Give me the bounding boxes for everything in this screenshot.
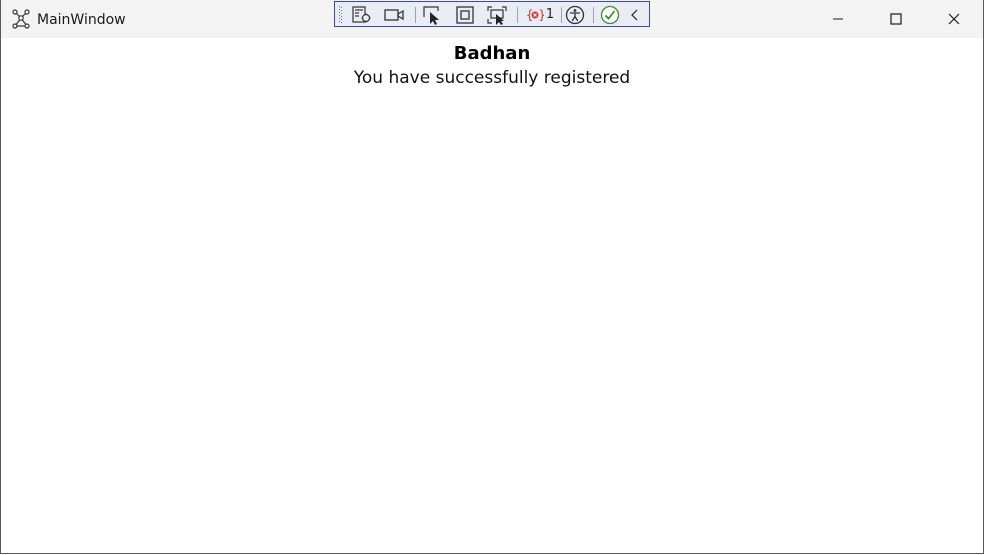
toolbar-separator bbox=[415, 7, 416, 23]
minimize-icon bbox=[833, 18, 843, 20]
collapse-chevron-icon[interactable] bbox=[627, 4, 643, 26]
toolbar-grip-icon[interactable] bbox=[339, 6, 343, 24]
maximize-button[interactable] bbox=[867, 0, 925, 38]
maximize-icon bbox=[890, 13, 902, 25]
binding-failures-button[interactable]: { } 1 bbox=[523, 4, 557, 26]
binding-failures-count: 1 bbox=[545, 7, 555, 22]
accessibility-icon[interactable] bbox=[563, 4, 587, 26]
minimize-button[interactable] bbox=[809, 0, 867, 38]
toolbar-separator bbox=[517, 7, 518, 23]
close-button[interactable] bbox=[925, 0, 983, 38]
debug-toolbar: { } 1 bbox=[334, 1, 650, 27]
content-area: Badhan You have successfully registered bbox=[1, 38, 983, 553]
close-icon bbox=[948, 13, 960, 25]
app-icon bbox=[11, 9, 31, 29]
user-name-heading: Badhan bbox=[453, 43, 531, 64]
live-visual-tree-icon[interactable] bbox=[350, 4, 374, 26]
toolbar-separator bbox=[593, 7, 594, 23]
registration-message: You have successfully registered bbox=[353, 68, 631, 88]
svg-text:}: } bbox=[538, 8, 544, 22]
display-layout-adorners-icon[interactable] bbox=[453, 4, 477, 26]
track-focused-element-icon[interactable] bbox=[485, 4, 509, 26]
binding-failures-icon: { } bbox=[526, 8, 544, 22]
select-element-icon[interactable] bbox=[421, 4, 445, 26]
record-video-icon[interactable] bbox=[382, 4, 406, 26]
title-bar[interactable]: MainWindow {1 bbox=[1, 0, 983, 38]
window-title: MainWindow bbox=[37, 12, 126, 28]
main-window: MainWindow {1 Badhan You have successfu… bbox=[0, 0, 984, 554]
check-ok-icon[interactable] bbox=[598, 4, 622, 26]
toolbar-separator bbox=[561, 7, 562, 23]
